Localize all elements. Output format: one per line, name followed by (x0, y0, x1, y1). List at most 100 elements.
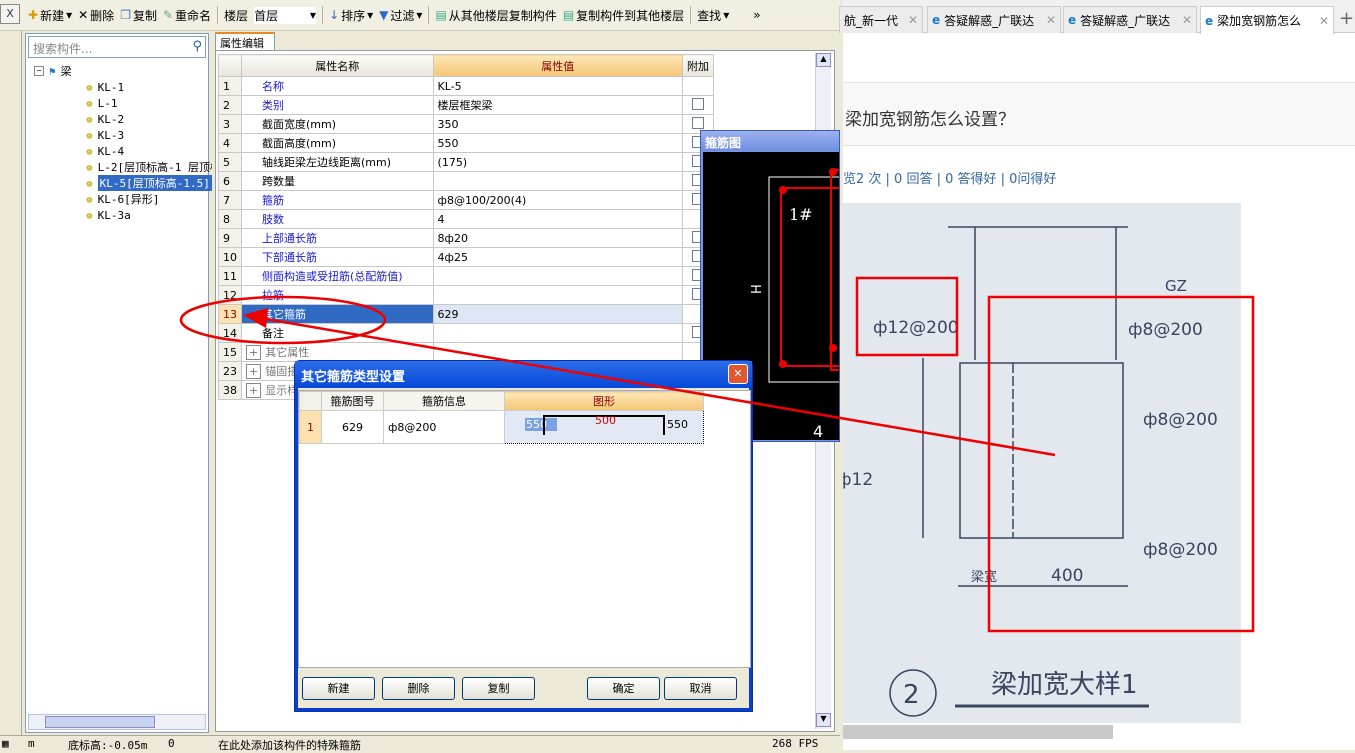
table-row[interactable]: 13 其它箍筋 629 (218, 304, 715, 324)
tree-item[interactable]: ❁ L-2[层顶标高-1 层顶标 (86, 159, 221, 175)
expand-icon[interactable]: + (246, 364, 262, 379)
property-value[interactable]: 629 (432, 304, 683, 324)
table-row[interactable]: 6 跨数量 (218, 171, 715, 191)
toolbar: ✚ 新建 ▾ ✕ 删除 ❐ 复制 ✎ 重命名 楼层 首层 ▼ ↓ 排序 ▾ ▼ 过滤 ▾ ▤ 从其他楼… (0, 0, 840, 31)
property-value[interactable]: (175) (432, 152, 683, 172)
tree-item[interactable]: ❁ KL-3a (86, 207, 131, 223)
copy-button[interactable]: ❐ 复制 (120, 7, 157, 24)
header-shape: 图形 (504, 391, 704, 411)
search-input[interactable]: 搜索构件... ⚲ (28, 36, 206, 58)
browser-tab[interactable]: 航_新一代 ✕ (839, 6, 923, 33)
property-name: 其它箍筋 (241, 304, 434, 324)
table-row[interactable]: 3 截面宽度(mm) 350 (218, 114, 715, 134)
close-icon[interactable]: ✕ (908, 13, 918, 27)
filter-button[interactable]: ▼ 过滤 ▾ (379, 7, 422, 24)
table-row[interactable]: 1 名称 KL-5 (218, 76, 715, 96)
delete-button[interactable]: ✕ 删除 (78, 7, 114, 24)
delete-button[interactable]: 删除 (382, 677, 455, 700)
tree-item[interactable]: ❁ KL-3 (86, 127, 124, 143)
horizontal-scrollbar[interactable] (28, 714, 206, 730)
status-hint: 在此处添加该构件的特殊箍筋 (218, 739, 361, 752)
table-row[interactable]: 8 肢数 4 (218, 209, 715, 229)
collapse-icon[interactable]: − (34, 66, 44, 76)
table-row[interactable]: 15 + 其它属性 (218, 342, 715, 362)
browser-tab[interactable]: e 答疑解惑_广联达 ✕ (1063, 6, 1197, 33)
table-row[interactable]: 12 拉筋 (218, 285, 715, 305)
copy-button[interactable]: 复制 (462, 677, 535, 700)
extra-checkbox[interactable] (691, 116, 704, 129)
tab-property-edit[interactable]: 属性编辑 (215, 32, 275, 50)
rename-button[interactable]: ✎ 重命名 (163, 7, 211, 24)
table-row[interactable]: 5 轴线距梁左边线距离(mm) (175) (218, 152, 715, 172)
shape-mid-value[interactable]: 500 (595, 414, 616, 427)
tree-root[interactable]: − ⚑ 梁 (34, 63, 72, 79)
property-name: + 其它属性 (241, 342, 434, 362)
table-row[interactable]: 2 类别 楼层框架梁 (218, 95, 715, 115)
table-row[interactable]: 4 截面高度(mm) 550 (218, 133, 715, 153)
property-value[interactable]: 8ф20 (432, 228, 683, 248)
property-value[interactable]: 4ф25 (432, 247, 683, 267)
extra-checkbox[interactable] (691, 97, 704, 110)
more-button[interactable]: » (753, 8, 760, 22)
tree-item[interactable]: ❁ KL-5[层顶标高-1.5] (86, 175, 212, 191)
ok-button[interactable]: 确定 (587, 677, 660, 700)
tree-item[interactable]: ❁ L-1 (86, 95, 118, 111)
table-row[interactable]: 1 629 ф8@200 550 500 550 (299, 410, 704, 444)
status-bar: ▦ m 底标高:-0.05m 0 在此处添加该构件的特殊箍筋 268 FPS (0, 735, 840, 752)
shape-right-value[interactable]: 550 (667, 418, 688, 431)
property-name: 类别 (241, 95, 434, 115)
table-row[interactable]: 10 下部通长筋 4ф25 (218, 247, 715, 267)
tree-item[interactable]: ❁ KL-6[异形] (86, 191, 159, 207)
component-icon: ❁ (86, 112, 93, 126)
property-value[interactable] (432, 342, 683, 362)
copy-from-floor-button[interactable]: ▤ 从其他楼层复制构件 (435, 7, 556, 24)
property-value[interactable]: 4 (432, 209, 683, 229)
table-row[interactable]: 9 上部通长筋 8ф20 (218, 228, 715, 248)
close-panel-button[interactable]: X (0, 4, 20, 24)
divider (322, 6, 324, 24)
expand-icon[interactable]: + (246, 383, 262, 398)
browser-tab[interactable]: e 答疑解惑_广联达 ✕ (927, 6, 1061, 33)
new-button[interactable]: 新建 (302, 677, 375, 700)
expand-icon[interactable]: + (246, 345, 262, 360)
browser-window: 航_新一代 ✕ e 答疑解惑_广联达 ✕ e 答疑解惑_广联达 ✕ e 梁加宽钢筋怎么 ✕ +… (839, 0, 1355, 750)
table-row[interactable]: 7 箍筋 ф8@100/200(4) (218, 190, 715, 210)
row-number: 6 (218, 171, 242, 191)
sort-az-icon: ↓ (329, 8, 340, 22)
copy-to-floor-button[interactable]: ▤ 复制构件到其他楼层 (563, 7, 684, 24)
close-icon[interactable]: ✕ (1319, 14, 1329, 28)
browser-e-icon: e (932, 13, 941, 27)
table-row[interactable]: 14 备注 (218, 323, 715, 343)
property-value[interactable]: KL-5 (432, 76, 683, 96)
chevron-down-icon: ▼ (309, 10, 317, 20)
table-row[interactable]: 11 侧面构造或受扭筋(总配筋值) (218, 266, 715, 286)
tree-item[interactable]: ❁ KL-1 (86, 79, 124, 95)
stirrup-code-cell[interactable]: 629 (321, 410, 384, 444)
stirrup-info-cell[interactable]: ф8@200 (383, 410, 505, 444)
find-button[interactable]: 查找 ▾ (697, 7, 729, 24)
new-tab-button[interactable]: + (1339, 8, 1354, 29)
photo-label: 梁宽 (971, 569, 997, 585)
cancel-button[interactable]: 取消 (664, 677, 737, 700)
sort-button[interactable]: ↓ 排序 ▾ (329, 7, 373, 24)
property-value[interactable]: 350 (432, 114, 683, 134)
property-value[interactable] (432, 171, 683, 191)
property-value[interactable] (432, 266, 683, 286)
close-icon[interactable]: ✕ (1182, 13, 1192, 27)
close-icon[interactable]: ✕ (1046, 13, 1056, 27)
dialog-close-button[interactable]: ✕ (728, 364, 748, 384)
horizontal-scrollbar[interactable] (843, 725, 1113, 739)
property-value[interactable]: ф8@100/200(4) (432, 190, 683, 210)
property-value[interactable]: 550 (432, 133, 683, 153)
question-stats[interactable]: 览2 次 | 0 回答 | 0 答得好 | 0问得好 (843, 168, 1056, 187)
tree-item[interactable]: ❁ KL-2 (86, 111, 124, 127)
property-value[interactable] (432, 285, 683, 305)
floor-select[interactable]: 首层 ▼ (254, 6, 317, 24)
property-value[interactable]: 楼层框架梁 (432, 95, 683, 115)
browser-tab-active[interactable]: e 梁加宽钢筋怎么 ✕ (1200, 6, 1334, 34)
search-icon[interactable]: ⚲ (192, 39, 202, 54)
shape-cell[interactable]: 550 500 550 (504, 410, 704, 444)
property-value[interactable] (432, 323, 683, 343)
new-button[interactable]: ✚ 新建 ▾ (28, 7, 72, 24)
tree-item[interactable]: ❁ KL-4 (86, 143, 124, 159)
